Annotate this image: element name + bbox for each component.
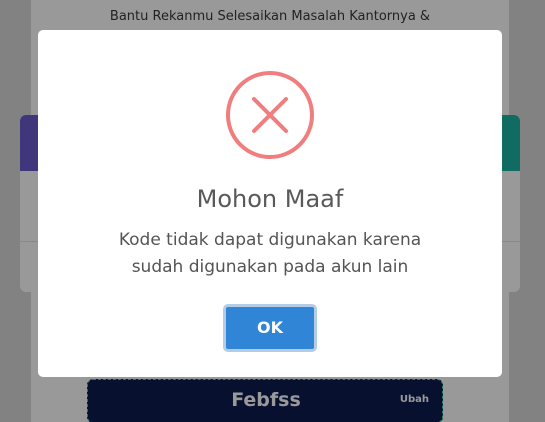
- alert-title: Mohon Maaf: [196, 185, 344, 213]
- ok-button[interactable]: OK: [223, 304, 317, 352]
- error-x-icon: [226, 71, 314, 159]
- alert-message: Kode tidak dapat digunakan karena sudah …: [88, 227, 452, 281]
- page: Bantu Rekanmu Selesaikan Masalah Kantorn…: [0, 0, 545, 422]
- error-alert-dialog: Mohon Maaf Kode tidak dapat digunakan ka…: [38, 30, 502, 377]
- alert-message-line-2: sudah digunakan pada akun lain: [131, 257, 409, 277]
- alert-message-line-1: Kode tidak dapat digunakan karena: [118, 230, 422, 250]
